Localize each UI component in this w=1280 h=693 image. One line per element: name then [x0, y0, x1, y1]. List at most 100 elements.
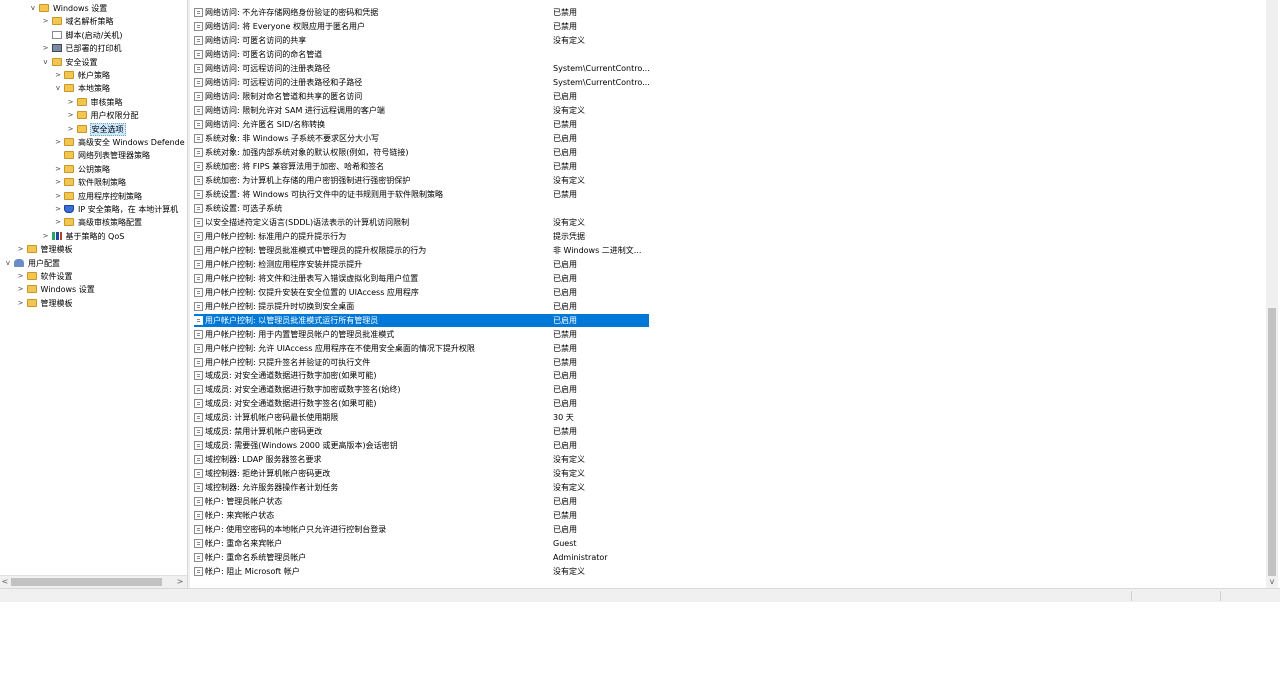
policy-name: 系统加密: 将 FIPS 兼容算法用于加密、哈希和签名: [205, 161, 385, 171]
scroll-thumb[interactable]: [1268, 308, 1276, 576]
policy-icon: [194, 483, 203, 493]
list-item[interactable]: 系统设置: 可选子系统: [194, 202, 794, 215]
folder-icon: [39, 4, 49, 12]
chevron-right-icon[interactable]: >: [67, 123, 75, 136]
list-item[interactable]: 网络访问: 限制对命名管道和共享的匿名访问 已启用: [194, 90, 794, 103]
chevron-down-icon[interactable]: v: [4, 257, 12, 270]
list-item[interactable]: 用户帐户控制: 标准用户的提升提示行为 提示凭据: [194, 230, 794, 243]
scroll-right-icon[interactable]: >: [175, 576, 185, 588]
list-item[interactable]: 帐户: 管理员帐户状态 已启用: [194, 495, 794, 508]
list-item[interactable]: 系统加密: 为计算机上存储的用户密钥强制进行强密钥保护 没有定义: [194, 174, 794, 187]
policy-setting: 已禁用: [553, 343, 577, 353]
list-item[interactable]: 域控制器: 允许服务器操作者计划任务 没有定义: [194, 481, 794, 494]
chevron-down-icon[interactable]: v: [54, 82, 62, 95]
list-item[interactable]: 域成员: 对安全通道数据进行数字加密或数字签名(始终) 已启用: [194, 383, 794, 396]
list-item[interactable]: 帐户: 重命名系统管理员帐户 Administrator: [194, 551, 794, 564]
list-item[interactable]: 系统加密: 将 FIPS 兼容算法用于加密、哈希和签名 已禁用: [194, 160, 794, 173]
folder-icon: [64, 138, 74, 146]
policy-icon: [194, 273, 203, 283]
policy-icon: [194, 91, 203, 101]
policy-name: 域成员: 对安全通道数据进行数字加密(如果可能): [205, 371, 377, 381]
list-item[interactable]: 用户帐户控制: 只提升签名并验证的可执行文件 已禁用: [194, 356, 794, 369]
policy-name: 系统设置: 可选子系统: [205, 203, 283, 213]
list-item[interactable]: 域成员: 需要强(Windows 2000 或更高版本)会话密钥 已启用: [194, 439, 794, 452]
chevron-right-icon[interactable]: >: [42, 230, 50, 243]
policy-name: 用户帐户控制: 提示提升时切换到安全桌面: [205, 301, 355, 311]
folder-icon: [26, 298, 37, 307]
policy-icon: [194, 63, 203, 73]
policy-icon: [194, 385, 203, 395]
policy-icon: [194, 175, 203, 185]
list-item[interactable]: 帐户: 重命名来宾帐户 Guest: [194, 537, 794, 550]
list-item[interactable]: 用户帐户控制: 管理员批准模式中管理员的提升权限提示的行为 非 Windows 二…: [194, 244, 794, 257]
policy-icon: [194, 427, 203, 437]
chevron-down-icon[interactable]: v: [42, 56, 50, 69]
list-item[interactable]: 帐户: 使用空密码的本地帐户只允许进行控制台登录 已启用: [194, 523, 794, 536]
list-item[interactable]: 网络访问: 不允许存储网络身份验证的密码和凭据 已禁用: [194, 6, 794, 19]
console-tree[interactable]: v Windows 设置 > 域名解析策略 脚本(启动/关机) > 已部署的打印机 v 安全设置…: [0, 0, 185, 575]
list-item[interactable]: 域成员: 计算机帐户密码最长使用期限 30 天: [194, 411, 794, 424]
policy-setting: 已禁用: [553, 511, 577, 521]
policy-setting: 已启用: [553, 287, 577, 297]
list-item[interactable]: 用户帐户控制: 提示提升时切换到安全桌面 已启用: [194, 300, 794, 313]
chevron-right-icon[interactable]: >: [54, 190, 62, 203]
list-item[interactable]: 以安全描述符定义语言(SDDL)语法表示的计算机访问限制 没有定义: [194, 216, 794, 229]
list-item[interactable]: 用户帐户控制: 检测应用程序安装并提示提升 已启用: [194, 258, 794, 271]
folder-icon: [76, 97, 87, 106]
policy-setting: 没有定义: [553, 469, 585, 479]
chevron-right-icon[interactable]: >: [54, 216, 62, 229]
chevron-right-icon[interactable]: >: [54, 69, 62, 82]
list-item[interactable]: 网络访问: 允许匿名 SID/名称转换 已禁用: [194, 118, 794, 131]
list-item[interactable]: 域控制器: 拒绝计算机帐户密码更改 没有定义: [194, 467, 794, 480]
list-item[interactable]: 系统对象: 非 Windows 子系统不要求区分大小写 已启用: [194, 132, 794, 145]
list-item[interactable]: 域控制器: LDAP 服务器签名要求 没有定义: [194, 453, 794, 466]
policy-setting: 已启用: [553, 371, 577, 381]
scroll-down-icon[interactable]: v: [1266, 577, 1278, 587]
chevron-right-icon[interactable]: >: [17, 297, 25, 310]
list-item[interactable]: 网络访问: 可远程访问的注册表路径和子路径 System\CurrentContr…: [194, 76, 794, 89]
policy-setting: 已启用: [553, 133, 577, 143]
list-item[interactable]: 网络访问: 可匿名访问的共享 没有定义: [194, 34, 794, 47]
list-item[interactable]: 域成员: 禁用计算机帐户密码更改 已禁用: [194, 425, 794, 438]
tree-horizontal-scrollbar[interactable]: < >: [0, 575, 187, 588]
list-item[interactable]: 帐户: 来宾帐户状态 已禁用: [194, 509, 794, 522]
list-item[interactable]: 系统设置: 将 Windows 可执行文件中的证书规则用于软件限制策略 已禁用: [194, 188, 794, 201]
chevron-right-icon[interactable]: >: [67, 96, 75, 109]
list-item[interactable]: 用户帐户控制: 允许 UIAccess 应用程序在不使用安全桌面的情况下提升权限…: [194, 342, 794, 355]
chevron-right-icon[interactable]: >: [42, 15, 50, 28]
chevron-right-icon[interactable]: >: [67, 109, 75, 122]
policy-icon: [194, 49, 203, 59]
policy-setting: 非 Windows 二进制文...: [553, 245, 642, 255]
list-item[interactable]: 系统对象: 加强内部系统对象的默认权限(例如，符号链接) 已启用: [194, 146, 794, 159]
chevron-down-icon[interactable]: v: [29, 2, 37, 15]
list-item[interactable]: 网络访问: 限制允许对 SAM 进行远程调用的客户端 没有定义: [194, 104, 794, 117]
policy-list[interactable]: 网络访问: 不允许存储网络身份验证的密码和凭据 已禁用 网络访问: 将 Everyo…: [190, 0, 1266, 588]
chevron-right-icon[interactable]: >: [17, 243, 25, 256]
policy-name: 域成员: 需要强(Windows 2000 或更高版本)会话密钥: [205, 441, 398, 451]
list-item[interactable]: 帐户: 阻止 Microsoft 帐户 没有定义: [194, 565, 794, 578]
chevron-right-icon[interactable]: >: [17, 283, 25, 296]
chevron-right-icon[interactable]: >: [54, 136, 62, 149]
list-item[interactable]: 用户帐户控制: 以管理员批准模式运行所有管理员 已启用: [194, 313, 649, 327]
chevron-right-icon[interactable]: >: [54, 203, 62, 216]
list-vertical-scrollbar[interactable]: v: [1266, 0, 1278, 588]
list-item[interactable]: 域成员: 对安全通道数据进行数字加密(如果可能) 已启用: [194, 369, 794, 382]
chevron-right-icon[interactable]: >: [54, 176, 62, 189]
list-item[interactable]: 域成员: 对安全通道数据进行数字签名(如果可能) 已启用: [194, 397, 794, 410]
chevron-right-icon[interactable]: >: [54, 163, 62, 176]
list-item[interactable]: 用户帐户控制: 将文件和注册表写入错误虚拟化到每用户位置 已启用: [194, 272, 794, 285]
scroll-thumb[interactable]: [11, 578, 162, 586]
list-item[interactable]: 网络访问: 可匿名访问的命名管道: [194, 48, 794, 61]
policy-name: 网络访问: 可匿名访问的共享: [205, 35, 307, 45]
tree-item-label: 应用程序控制策略: [78, 191, 142, 201]
policy-icon: [194, 357, 203, 367]
tree-item-label: 高级审核策略配置: [78, 218, 142, 228]
list-item[interactable]: 网络访问: 将 Everyone 权限应用于匿名用户 已禁用: [194, 20, 794, 33]
list-item[interactable]: 用户帐户控制: 用于内置管理员帐户的管理员批准模式 已禁用: [194, 328, 794, 341]
chevron-right-icon[interactable]: >: [42, 42, 50, 55]
scroll-left-icon[interactable]: <: [0, 576, 10, 588]
policy-setting: 提示凭据: [553, 231, 585, 241]
list-item[interactable]: 网络访问: 可远程访问的注册表路径 System\CurrentContro...: [194, 62, 794, 75]
list-item[interactable]: 用户帐户控制: 仅提升安装在安全位置的 UIAccess 应用程序 已启用: [194, 286, 794, 299]
chevron-right-icon[interactable]: >: [17, 270, 25, 283]
